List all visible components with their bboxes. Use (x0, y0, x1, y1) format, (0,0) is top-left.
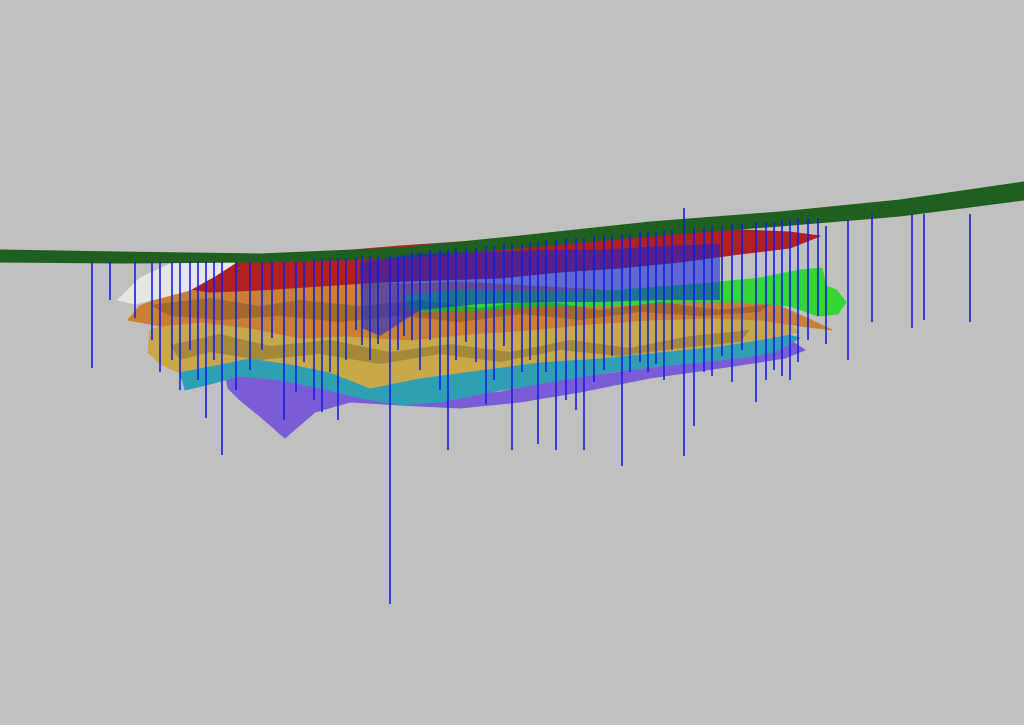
geological-model-scene[interactable] (0, 0, 1024, 725)
3d-viewport[interactable] (0, 0, 1024, 725)
